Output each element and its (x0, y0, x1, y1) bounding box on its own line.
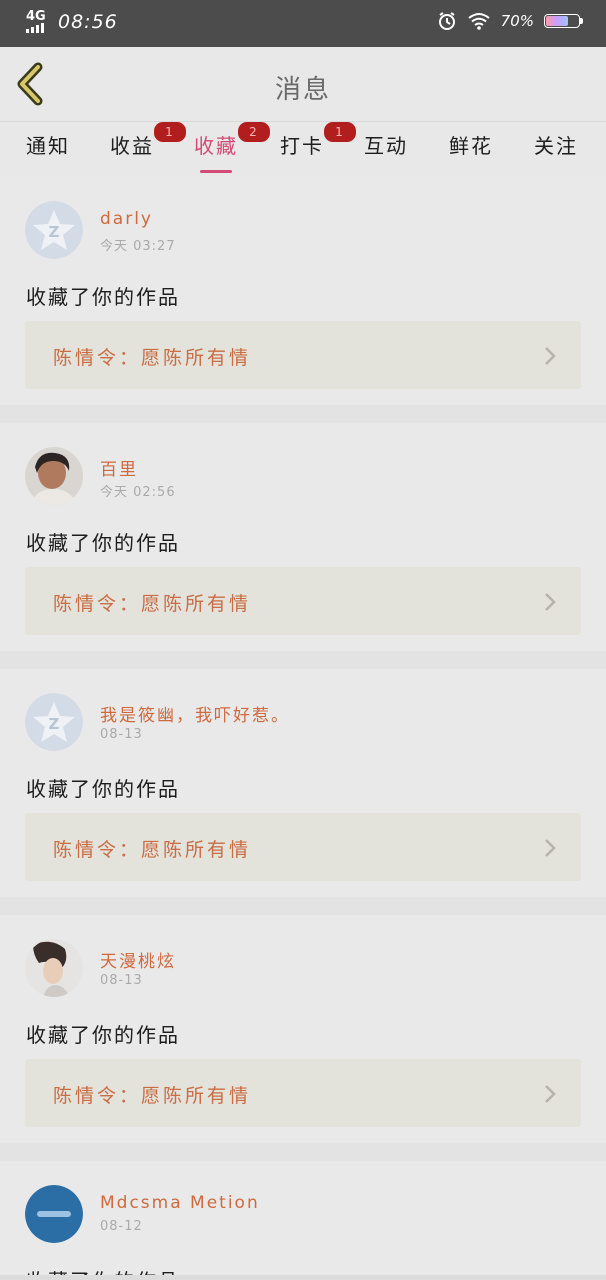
user-name[interactable]: 我是筱幽，我吓好惹。 (100, 701, 290, 726)
list-item: 天漫桃炫 08-13 收藏了你的作品 陈情令：愿陈所有情 (0, 915, 606, 1143)
chevron-right-icon (545, 839, 556, 857)
divider (0, 651, 606, 669)
svg-text:Z: Z (49, 223, 60, 241)
work-title: 陈情令：愿陈所有情 (53, 839, 252, 861)
list-item: Z darly 今天 03:27 收藏了你的作品 陈情令：愿陈所有情 (0, 177, 606, 405)
tab-follow[interactable]: 关注 (534, 130, 578, 159)
badge: 1 (154, 122, 186, 142)
clock: 08:56 (58, 11, 118, 33)
status-bar: 4G 08:56 70% (0, 0, 606, 47)
tab-checkin[interactable]: 打卡 1 (280, 122, 356, 159)
work-link[interactable]: 陈情令：愿陈所有情 (25, 1059, 581, 1127)
timestamp: 今天 02:56 (100, 485, 176, 500)
timestamp: 08-13 (100, 973, 143, 988)
list-item: Z 我是筱幽，我吓好惹。 08-13 收藏了你的作品 陈情令：愿陈所有情 (0, 669, 606, 897)
signal-icon: 4G (26, 9, 52, 33)
action-text: 收藏了你的作品 (26, 285, 180, 309)
user-name[interactable]: Mdcsma Metion (100, 1193, 260, 1213)
divider (0, 897, 606, 915)
chevron-right-icon (545, 1085, 556, 1103)
action-text: 收藏了你的作品 (26, 531, 180, 555)
timestamp: 今天 03:27 (100, 239, 176, 254)
alarm-icon (438, 12, 455, 30)
timestamp: 08-12 (100, 1219, 143, 1234)
tab-flowers[interactable]: 鲜花 (449, 130, 493, 159)
scroll-edge (0, 1275, 606, 1280)
tab-label: 鲜花 (449, 134, 493, 158)
divider (0, 1143, 606, 1161)
divider (0, 405, 606, 423)
default-star-avatar[interactable]: Z (25, 201, 83, 259)
wifi-icon (468, 13, 490, 30)
list-item: Mdcsma Metion 08-12 收藏了你的作品 (0, 1161, 606, 1280)
work-link[interactable]: 陈情令：愿陈所有情 (25, 321, 581, 389)
svg-text:Z: Z (49, 715, 60, 733)
action-text: 收藏了你的作品 (26, 777, 180, 801)
tab-favorites[interactable]: 收藏 2 (194, 122, 270, 173)
work-title: 陈情令：愿陈所有情 (53, 593, 252, 615)
tab-label: 关注 (534, 134, 578, 158)
work-title: 陈情令：愿陈所有情 (53, 1085, 252, 1107)
user-name[interactable]: darly (100, 209, 153, 229)
action-text: 收藏了你的作品 (26, 1023, 180, 1047)
default-star-avatar[interactable]: Z (25, 693, 83, 751)
top-bar: 消息 (0, 47, 606, 121)
network-type: 4G (26, 9, 46, 24)
tab-label: 通知 (26, 134, 70, 158)
user-name[interactable]: 百里 (100, 455, 138, 480)
badge: 2 (238, 122, 270, 142)
tab-interact[interactable]: 互动 (364, 130, 408, 159)
tab-label: 收益 (110, 134, 154, 158)
blue-circle-avatar[interactable] (25, 1185, 83, 1243)
timestamp: 08-13 (100, 727, 143, 742)
list-item: 百里 今天 02:56 收藏了你的作品 陈情令：愿陈所有情 (0, 423, 606, 651)
user-photo-avatar[interactable] (25, 447, 83, 505)
work-link[interactable]: 陈情令：愿陈所有情 (25, 813, 581, 881)
chevron-right-icon (545, 347, 556, 365)
tab-label: 收藏 (194, 134, 238, 158)
user-name[interactable]: 天漫桃炫 (100, 947, 176, 972)
tab-bar: 通知 收益 1 收藏 2 打卡 1 互动 鲜花 关注 (0, 121, 606, 178)
badge: 1 (324, 122, 356, 142)
active-tab-indicator (200, 170, 232, 173)
work-link[interactable]: 陈情令：愿陈所有情 (25, 567, 581, 635)
page-title: 消息 (274, 75, 331, 105)
work-title: 陈情令：愿陈所有情 (53, 347, 252, 369)
tab-income[interactable]: 收益 1 (110, 122, 186, 159)
tab-label: 互动 (364, 134, 408, 158)
battery-icon (544, 14, 583, 28)
tab-label: 打卡 (280, 134, 324, 158)
battery-percent: 70% (500, 12, 534, 30)
chevron-right-icon (545, 593, 556, 611)
user-photo-avatar[interactable] (25, 939, 83, 997)
tab-notify[interactable]: 通知 (26, 130, 70, 159)
